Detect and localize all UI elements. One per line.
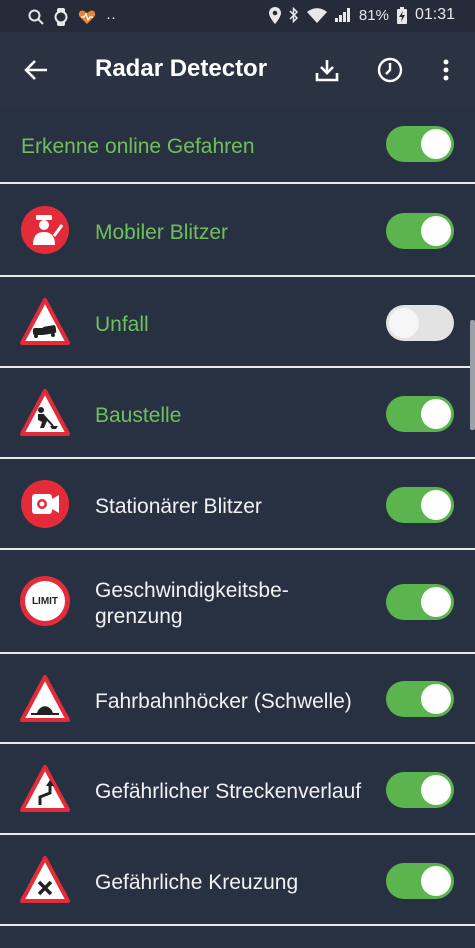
settings-list: Erkenne online Gefahren Mobiler Blitzer … (0, 106, 475, 948)
toggle-knob (421, 490, 451, 520)
dangerous-curve-warning-icon (20, 765, 70, 812)
toggle-knob (421, 866, 451, 896)
more-vertical-icon (443, 59, 449, 81)
toggle-stationaerer-blitzer[interactable] (386, 487, 454, 523)
history-icon (377, 57, 403, 83)
setting-row-gefaehrliche-kreuzung[interactable]: Gefährliche Kreuzung (0, 835, 475, 926)
setting-label-line2: grenzung (95, 605, 183, 629)
scrollbar[interactable] (470, 320, 475, 430)
toggle-unfall[interactable] (386, 305, 454, 341)
setting-row-stationaerer-blitzer[interactable]: Stationärer Blitzer (0, 459, 475, 550)
toggle-knob (421, 684, 451, 714)
history-button[interactable] (372, 52, 408, 88)
speed-limit-sign-inner: LIMIT (25, 581, 65, 621)
setting-row-gefaehrlicher-streckenverlauf[interactable]: Gefährlicher Streckenverlauf (0, 744, 475, 835)
back-button[interactable] (18, 52, 54, 88)
master-setting-row[interactable]: Erkenne online Gefahren (0, 106, 475, 184)
master-toggle[interactable] (386, 126, 454, 162)
master-setting-label: Erkenne online Gefahren (21, 135, 255, 158)
battery-charging-icon (396, 6, 407, 24)
toggle-gefaehrliche-kreuzung[interactable] (386, 863, 454, 899)
clock-time: 01:31 (414, 6, 455, 23)
more-options-button[interactable] (428, 52, 464, 88)
back-arrow-icon (24, 60, 47, 80)
location-icon (268, 6, 281, 24)
toggle-mobiler-blitzer[interactable] (386, 213, 454, 249)
setting-label: Fahrbahnhöcker (Schwelle) (95, 690, 352, 713)
battery-percentage: 81% (358, 6, 389, 24)
setting-row-geschwindigkeitsbegrenzung[interactable]: LIMIT Geschwindigkeitsbe- grenzung (0, 550, 475, 654)
speed-camera-icon (21, 480, 69, 528)
dangerous-crossing-warning-icon (20, 856, 70, 903)
toggle-knob (389, 308, 419, 338)
download-button[interactable] (309, 52, 345, 88)
toggle-knob (421, 129, 451, 159)
police-officer-icon (21, 206, 69, 254)
status-bar: ·· 81% 01:31 (0, 0, 475, 32)
setting-row-mobiler-blitzer[interactable]: Mobiler Blitzer (0, 184, 475, 277)
watch-icon (54, 8, 68, 26)
toggle-gefaehrlicher-streckenverlauf[interactable] (386, 772, 454, 808)
setting-label: Geschwindigkeitsbe- grenzung (95, 578, 289, 631)
wifi-icon (306, 7, 327, 23)
setting-row-baustelle[interactable]: Baustelle (0, 368, 475, 459)
speed-bump-warning-icon (20, 675, 70, 722)
setting-label: Gefährlicher Streckenverlauf (95, 780, 362, 803)
setting-label-line1: Geschwindigkeitsbe- (95, 579, 289, 602)
setting-row-fahrbahnhoecker[interactable]: Fahrbahnhöcker (Schwelle) (0, 654, 475, 744)
signal-icon (334, 8, 350, 22)
toggle-baustelle[interactable] (386, 396, 454, 432)
app-bar: Radar Detector (0, 32, 475, 106)
toggle-geschwindigkeitsbegrenzung[interactable] (386, 584, 454, 620)
setting-label: Mobiler Blitzer (95, 221, 229, 244)
toggle-knob (421, 587, 451, 617)
setting-label: Unfall (95, 313, 149, 336)
page-title: Radar Detector (95, 55, 268, 82)
setting-label: Baustelle (95, 404, 182, 427)
download-icon (315, 60, 339, 82)
setting-label: Stationärer Blitzer (95, 495, 262, 518)
toggle-knob (421, 775, 451, 805)
accident-warning-icon (20, 298, 70, 345)
search-icon (28, 9, 44, 25)
setting-row-unfall[interactable]: Unfall (0, 277, 475, 368)
health-heart-icon (78, 10, 96, 24)
toggle-fahrbahnhoecker[interactable] (386, 681, 454, 717)
toggle-knob (421, 399, 451, 429)
speed-limit-icon: LIMIT (20, 576, 70, 626)
toggle-knob (421, 216, 451, 246)
bluetooth-icon (289, 7, 298, 23)
speed-limit-sign-text: LIMIT (31, 595, 59, 607)
roadworks-warning-icon (20, 389, 70, 436)
setting-label: Gefährliche Kreuzung (95, 871, 299, 894)
notification-dots: ·· (106, 8, 116, 26)
